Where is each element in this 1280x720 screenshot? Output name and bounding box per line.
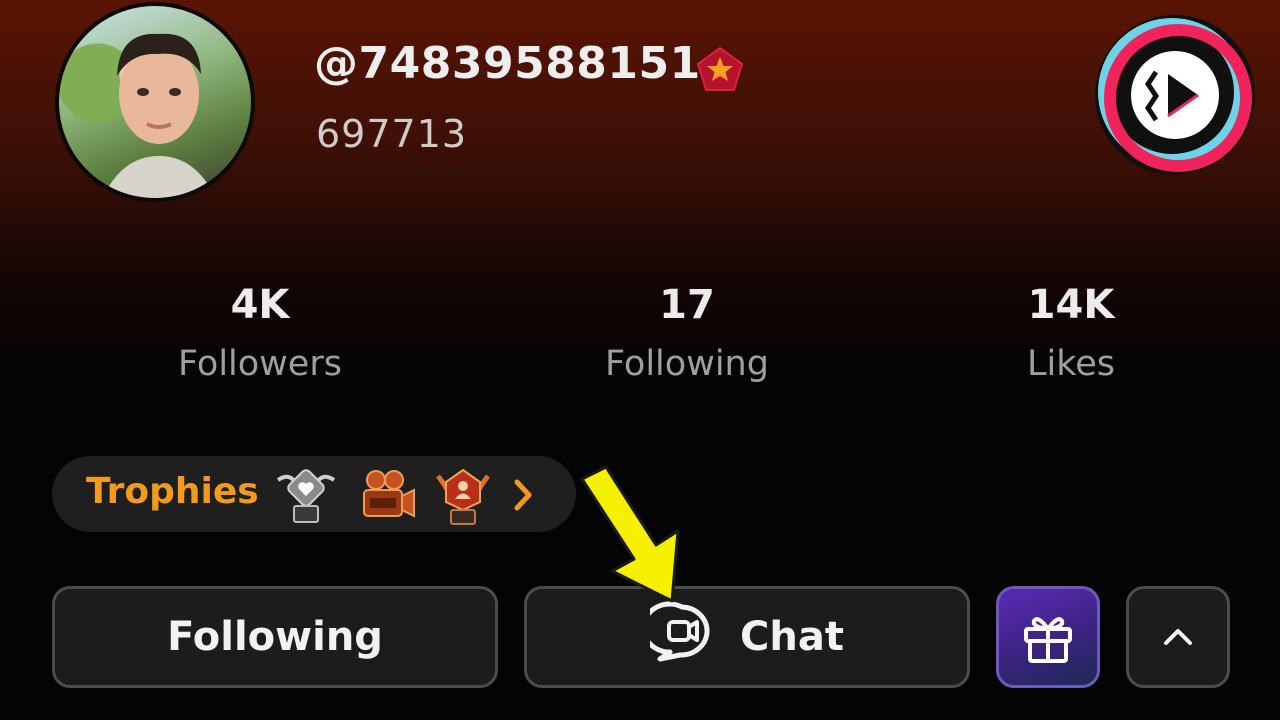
stat-followers[interactable]: 4K Followers xyxy=(100,282,420,384)
stat-likes[interactable]: 14K Likes xyxy=(911,282,1231,384)
chevron-up-icon xyxy=(1164,629,1192,645)
stat-label: Followers xyxy=(178,344,342,384)
chevron-right-icon xyxy=(514,479,532,511)
profile-username: @74839588151 xyxy=(314,38,701,89)
tiktok-lite-logo-icon[interactable] xyxy=(1094,14,1256,176)
expand-button[interactable] xyxy=(1126,586,1230,688)
star-pentagon-badge-icon xyxy=(696,46,744,91)
chat-button-label: Chat xyxy=(740,614,844,660)
stat-label: Following xyxy=(605,344,769,384)
stat-value: 4K xyxy=(230,282,290,328)
gift-button[interactable] xyxy=(996,586,1100,688)
stat-label: Likes xyxy=(1026,344,1115,384)
gift-icon xyxy=(1024,617,1072,663)
annotation-arrow-icon xyxy=(580,465,680,603)
following-button[interactable]: Following xyxy=(52,586,498,688)
following-button-label: Following xyxy=(167,614,383,660)
trophies-bar[interactable]: Trophies xyxy=(52,456,576,532)
profile-trophy-icon xyxy=(436,468,490,525)
video-camera-trophy-icon xyxy=(363,470,415,518)
stat-value: 14K xyxy=(1027,282,1115,328)
profile-avatar[interactable] xyxy=(55,2,255,202)
chat-video-icon xyxy=(640,601,714,673)
stat-following[interactable]: 17 Following xyxy=(527,282,847,384)
trophies-label: Trophies xyxy=(86,471,259,512)
heart-trophy-icon xyxy=(276,469,336,523)
stat-value: 17 xyxy=(659,282,715,328)
profile-user-id: 697713 xyxy=(316,112,468,156)
